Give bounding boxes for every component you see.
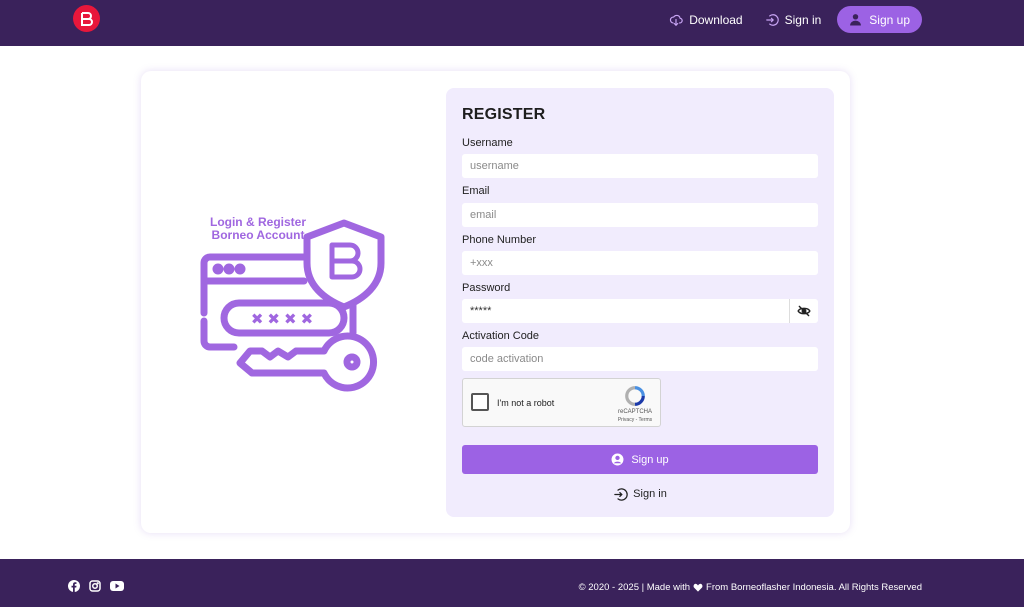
signin-nav-label: Sign in [784,12,822,27]
recaptcha-brand: reCAPTCHA [617,409,652,415]
signup-button[interactable]: Sign up [462,445,818,474]
username-input[interactable] [462,154,818,178]
instagram-icon [89,580,101,592]
username-label: Username [462,137,513,149]
facebook-icon [68,580,80,592]
recaptcha-widget: I'm not a robot reCAPTCHA Privacy - Term… [462,378,661,427]
user-circle-icon [611,453,624,466]
top-navbar: Download Sign in Sign up [0,0,1024,46]
recaptcha-label: I'm not a robot [497,398,555,408]
copyright-text: © 2020 - 2025 | Made with From Borneofla… [579,582,922,593]
email-input[interactable] [462,203,818,227]
borneo-b-logo-icon [80,11,93,26]
phone-label: Phone Number [462,234,536,246]
signin-link-label: Sign in [633,488,667,500]
signup-nav-label: Sign up [869,12,910,27]
recaptcha-checkbox[interactable] [471,393,489,411]
youtube-link[interactable] [110,580,124,592]
signin-nav-link[interactable]: Sign in [765,12,822,27]
illustration-password-mask: ✖✖✖✖ [251,310,317,328]
shield-b-mark [329,242,363,280]
copyright-prefix: © 2020 - 2025 | Made with [578,582,691,593]
activation-code-label: Activation Code [462,330,540,342]
shield-shape [303,219,385,311]
password-visibility-toggle[interactable] [789,299,818,323]
footer: © 2020 - 2025 | Made with From Borneofla… [0,559,1024,607]
activation-code-input[interactable] [462,347,818,371]
download-link[interactable]: Download [669,12,743,27]
signup-nav-button[interactable]: Sign up [837,6,922,33]
heart-icon [693,583,703,592]
sign-in-icon [765,13,779,26]
browser-dot-2 [223,263,235,275]
form-title: REGISTER [462,106,546,123]
email-label: Email [462,185,490,197]
login-register-illustration: ✖✖✖✖ [200,219,385,392]
browser-dot-1 [212,263,224,275]
social-links [68,580,133,592]
youtube-icon [110,581,124,591]
user-icon [850,14,862,26]
signup-button-label: Sign up [631,453,669,466]
recaptcha-logo-icon [625,386,645,406]
cloud-download-icon [670,14,683,26]
header-nav: Download Sign in Sign up [647,6,922,33]
signin-link[interactable]: Sign in [462,486,818,502]
sign-in-icon [614,487,628,501]
instagram-link[interactable] [89,580,101,592]
copyright-suffix: From Borneoflasher Indonesia. All Rights… [706,582,922,593]
register-card: Login & Register Borneo Account ✖✖✖✖ REG… [141,71,850,533]
browser-dot-3 [234,263,246,275]
recaptcha-terms[interactable]: Privacy - Terms [613,417,657,423]
brand-logo[interactable] [73,5,100,32]
register-form: REGISTER Username Email Phone Number Pas… [446,88,834,517]
key-hole [343,353,361,371]
phone-input[interactable] [462,251,818,275]
download-label: Download [689,12,743,27]
password-input[interactable] [462,299,790,323]
password-label: Password [462,282,511,294]
facebook-link[interactable] [68,580,80,592]
eye-slash-icon [797,305,811,317]
